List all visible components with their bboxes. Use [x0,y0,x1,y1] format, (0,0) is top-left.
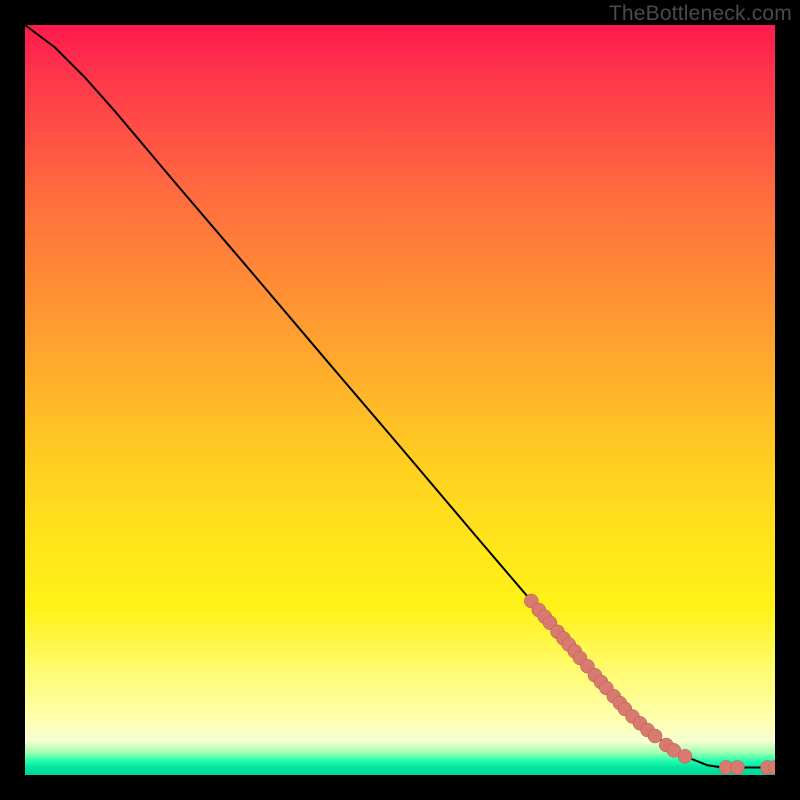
data-point [648,729,662,743]
data-point [678,749,692,763]
data-point [731,761,745,775]
bottleneck-curve [25,25,775,768]
plot-area [25,25,775,775]
watermark-text: TheBottleneck.com [609,2,792,26]
chart-frame: TheBottleneck.com [0,0,800,800]
chart-svg [25,25,775,775]
data-points-group [524,594,775,775]
